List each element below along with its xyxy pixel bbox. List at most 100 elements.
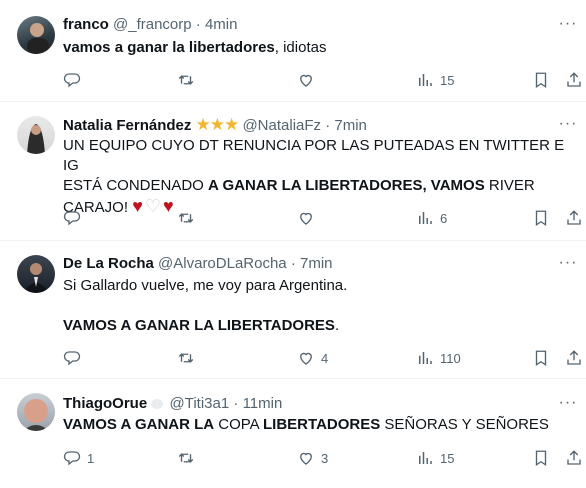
author-handle[interactable]: @NataliaFz	[242, 117, 321, 134]
timestamp[interactable]: 7min	[300, 255, 333, 272]
retweet-icon	[178, 75, 194, 85]
like-button[interactable]	[297, 70, 321, 90]
bookmark-button[interactable]	[532, 348, 550, 368]
author-handle[interactable]: @_francorp	[113, 16, 192, 33]
timestamp[interactable]: 11min	[243, 395, 283, 412]
share-button[interactable]	[565, 348, 583, 368]
share-button[interactable]	[565, 448, 583, 468]
views-count: 15	[440, 450, 455, 466]
author-name[interactable]: Natalia Fernández	[63, 117, 191, 134]
author-name[interactable]: franco	[63, 16, 109, 33]
retweet-button[interactable]	[177, 448, 201, 468]
tweet-1[interactable]: franco @_francorp · 4min ··· vamos a gan…	[0, 0, 586, 100]
retweet-button[interactable]	[177, 208, 201, 228]
tweet-4[interactable]: ThiagoOrue @Titi3a1 · 11min ··· VAMOS A …	[0, 379, 586, 488]
more-options-icon[interactable]: ···	[558, 16, 578, 36]
bookmark-button[interactable]	[532, 208, 550, 228]
bold-text: A GANAR LA LIBERTADORES, VAMOS	[208, 177, 485, 194]
reply-count: 1	[87, 450, 95, 466]
retweet-icon	[178, 453, 194, 463]
action-bar: 4 110	[63, 348, 583, 368]
views-button[interactable]: 15	[416, 448, 454, 468]
bold-text: VAMOS A GANAR LA	[63, 416, 215, 433]
retweet-icon	[178, 213, 194, 223]
tweet-header: De La Rocha @AlvaroDLaRocha · 7min	[63, 255, 333, 273]
views-icon	[419, 452, 432, 464]
more-options-icon[interactable]: ···	[558, 395, 578, 415]
star-emojis: ★★★	[195, 115, 240, 134]
tweet-text: VAMOS A GANAR LA COPA LIBERTADORES SEÑOR…	[63, 416, 549, 433]
share-icon	[567, 72, 581, 87]
views-count: 110	[440, 350, 461, 366]
share-icon	[567, 450, 581, 465]
views-button[interactable]: 15	[416, 70, 454, 90]
share-icon	[567, 350, 581, 365]
tweet-header: Natalia Fernández ★★★ @NataliaFz · 7min	[63, 116, 367, 135]
tweet-header: ThiagoOrue @Titi3a1 · 11min	[63, 395, 282, 413]
share-button[interactable]	[565, 208, 583, 228]
views-icon	[419, 352, 432, 364]
text-line: Si Gallardo vuelve, me voy para Argentin…	[63, 277, 348, 294]
reply-icon	[63, 351, 81, 366]
reply-icon	[63, 451, 81, 466]
bookmark-icon	[535, 450, 547, 467]
tweet-header: franco @_francorp · 4min	[63, 16, 237, 34]
reply-button[interactable]	[63, 208, 87, 228]
like-count: 3	[321, 450, 329, 466]
reply-icon	[63, 211, 81, 226]
timestamp[interactable]: 4min	[205, 16, 238, 33]
text-line: UN EQUIPO CUYO DT RENUNCIA POR LAS PUTEA…	[63, 137, 565, 174]
author-name[interactable]: ThiagoOrue	[63, 395, 147, 412]
like-button[interactable]	[297, 208, 321, 228]
timestamp[interactable]: 7min	[334, 117, 367, 134]
bookmark-icon	[535, 72, 547, 89]
retweet-button[interactable]	[177, 70, 201, 90]
bold-text: VAMOS A GANAR LA LIBERTADORES	[63, 317, 335, 334]
heart-icon	[300, 352, 312, 365]
views-icon	[419, 74, 432, 86]
tweet-2[interactable]: Natalia Fernández ★★★ @NataliaFz · 7min …	[0, 102, 586, 240]
retweet-button[interactable]	[177, 348, 201, 368]
views-count: 6	[440, 210, 448, 226]
action-bar: 15	[63, 70, 583, 90]
plain-text: , idiotas	[274, 39, 327, 56]
avatar-de-la-rocha[interactable]	[17, 255, 55, 293]
views-button[interactable]: 110	[416, 348, 461, 368]
author-handle[interactable]: @AlvaroDLaRocha	[158, 255, 287, 272]
avatar-natalia[interactable]	[17, 116, 55, 154]
separator-dot: ·	[195, 16, 201, 33]
tweet-text: UN EQUIPO CUYO DT RENUNCIA POR LAS PUTEA…	[63, 136, 574, 218]
bookmark-icon	[535, 210, 547, 227]
more-options-icon[interactable]: ···	[558, 116, 578, 136]
views-button[interactable]: 6	[416, 208, 447, 228]
reply-button[interactable]	[63, 70, 87, 90]
heart-icon	[300, 212, 312, 225]
reply-icon	[63, 73, 81, 88]
bookmark-button[interactable]	[532, 448, 550, 468]
bookmark-button[interactable]	[532, 70, 550, 90]
like-count: 4	[321, 350, 329, 366]
views-count: 15	[440, 72, 455, 88]
reply-button[interactable]: 1	[63, 448, 94, 468]
author-name[interactable]: De La Rocha	[63, 255, 154, 272]
more-options-icon[interactable]: ···	[558, 255, 578, 275]
tweet-text: Si Gallardo vuelve, me voy para Argentin…	[63, 276, 574, 336]
bold-text: LIBERTADORES	[263, 416, 381, 433]
tweet-3[interactable]: De La Rocha @AlvaroDLaRocha · 7min ··· S…	[0, 241, 586, 377]
avatar-thiagoorue[interactable]	[17, 393, 55, 431]
reply-button[interactable]	[63, 348, 87, 368]
separator-dot: ·	[233, 395, 239, 412]
like-button[interactable]: 3	[297, 448, 328, 468]
tweet-text: vamos a ganar la libertadores, idiotas	[63, 38, 574, 58]
separator-dot: ·	[325, 117, 331, 134]
action-bar: 1 3 15	[63, 448, 583, 468]
separator-dot: ·	[290, 255, 296, 272]
like-button[interactable]: 4	[297, 348, 328, 368]
share-button[interactable]	[565, 70, 583, 90]
bookmark-icon	[535, 350, 547, 367]
avatar-franco[interactable]	[17, 16, 55, 54]
verified-badge-icon	[151, 399, 164, 410]
text-line: VAMOS A GANAR LA LIBERTADORES.	[63, 317, 340, 334]
action-bar: 6	[63, 208, 583, 228]
author-handle[interactable]: @Titi3a1	[170, 395, 230, 412]
